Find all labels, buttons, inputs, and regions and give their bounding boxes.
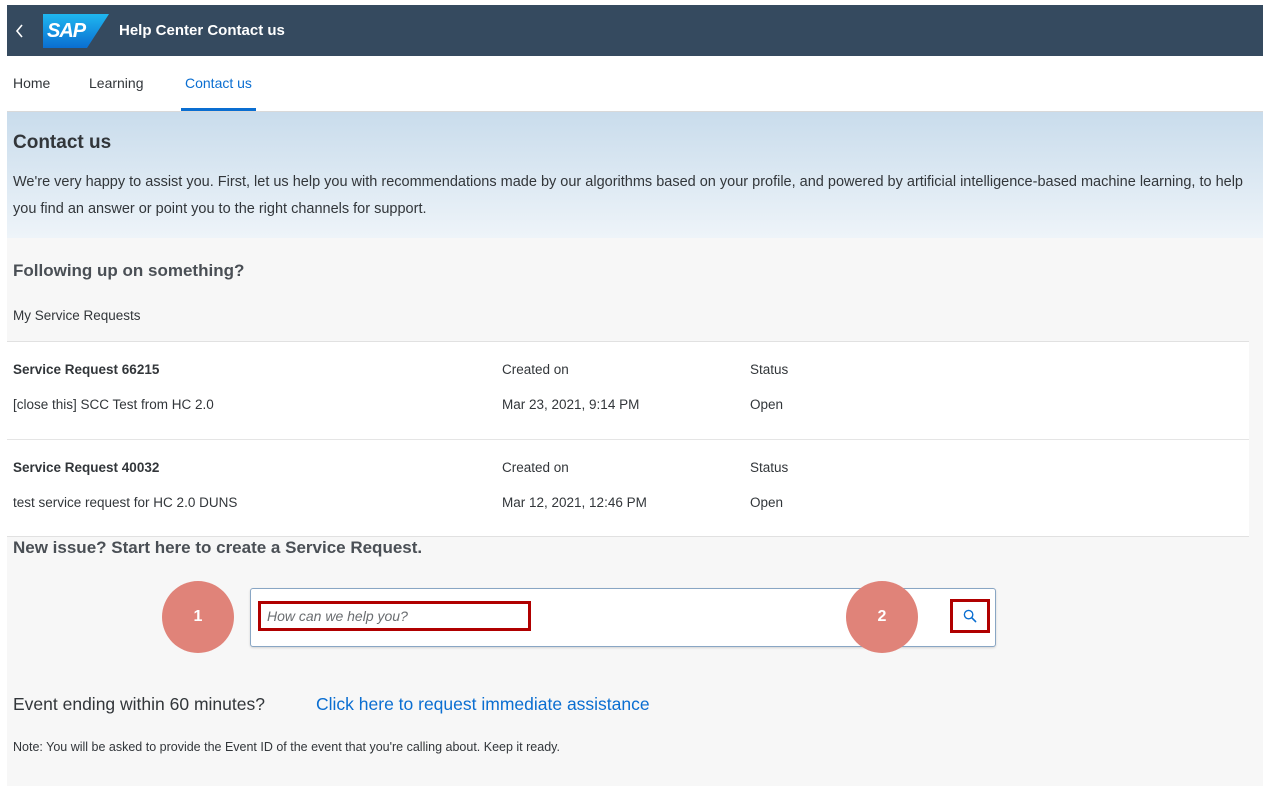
step-marker-1: 1 [162,581,234,653]
sap-logo-text: SAP [47,19,86,42]
request-subtitle: [close this] SCC Test from HC 2.0 [13,397,214,412]
my-service-requests-label: My Service Requests [13,308,141,323]
status-label: Status [750,362,789,377]
event-note: Note: You will be asked to provide the E… [13,740,560,754]
page-title: Contact us [13,132,112,153]
intro-text: We're very happy to assist you. First, l… [13,174,1244,217]
request-title[interactable]: Service Request 40032 [13,460,159,475]
back-button[interactable] [7,5,33,56]
tab-bar: Home Learning Contact us [7,56,1263,112]
service-request-row[interactable]: Service Request 66215 [close this] SCC T… [7,342,1249,439]
created-on-label: Created on [502,460,569,475]
tab-home[interactable]: Home [13,56,50,111]
created-on-value: Mar 23, 2021, 9:14 PM [502,397,640,412]
request-subtitle: test service request for HC 2.0 DUNS [13,495,238,510]
search-button[interactable] [950,599,990,633]
created-on-value: Mar 12, 2021, 12:46 PM [502,495,647,510]
status-value: Open [750,495,784,510]
status-value: Open [750,397,784,412]
new-issue-heading: New issue? Start here to create a Servic… [13,538,423,557]
shell-bar: SAP Help Center Contact us [7,5,1263,56]
status-label: Status [750,460,789,475]
request-title[interactable]: Service Request 66215 [13,362,159,377]
sap-logo[interactable]: SAP [43,13,109,48]
follow-up-heading: Following up on something? [13,261,245,280]
immediate-assistance-link[interactable]: Click here to request immediate assistan… [316,694,650,715]
app-frame: SAP Help Center Contact us Home Learning… [7,5,1263,786]
event-question: Event ending within 60 minutes? [13,694,265,714]
service-request-list: Service Request 66215 [close this] SCC T… [7,341,1249,537]
tab-contact-us[interactable]: Contact us [181,56,256,111]
search-input[interactable] [258,601,531,631]
step-marker-2: 2 [846,581,918,653]
page-header: Contact us We're very happy to assist yo… [7,112,1263,238]
chevron-left-icon [15,23,23,38]
tab-learning[interactable]: Learning [89,56,144,111]
service-request-row[interactable]: Service Request 40032 test service reque… [7,439,1249,537]
shell-title: Help Center Contact us [119,22,285,39]
created-on-label: Created on [502,362,569,377]
search-icon [963,609,977,623]
